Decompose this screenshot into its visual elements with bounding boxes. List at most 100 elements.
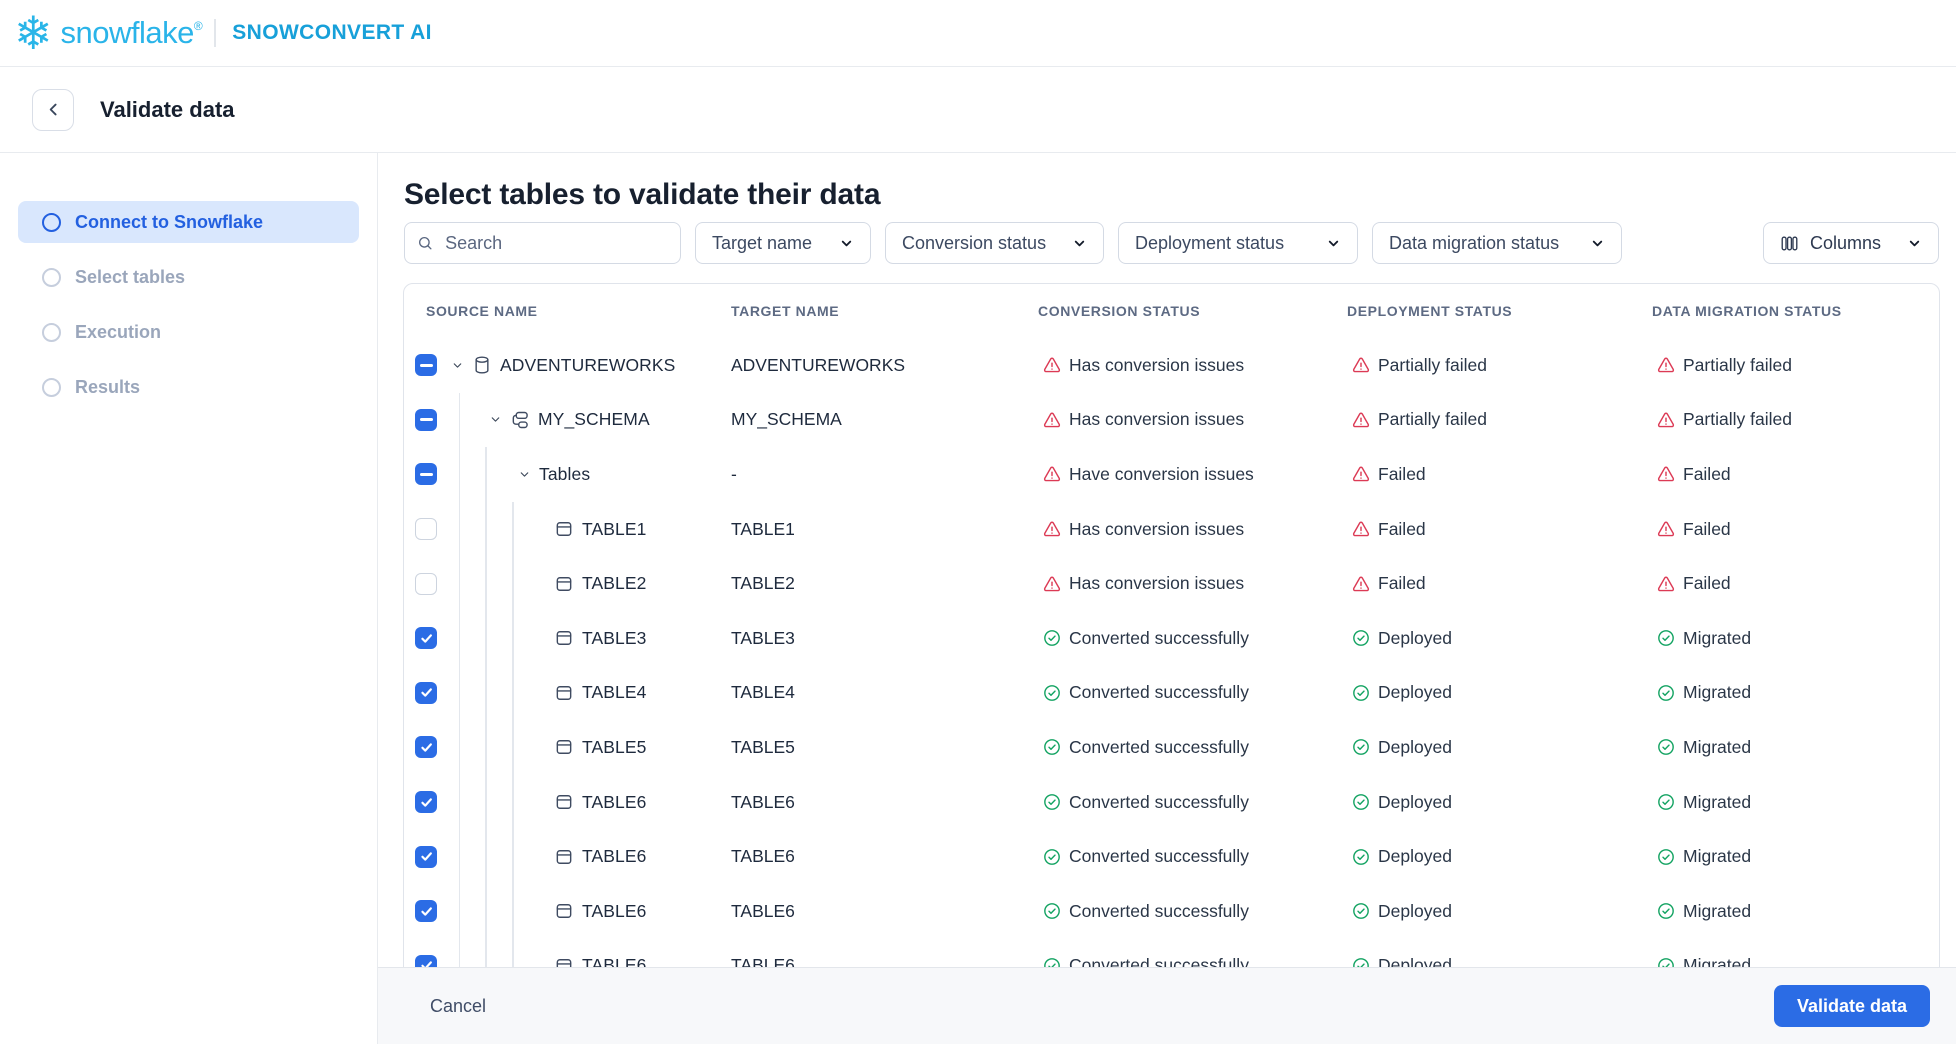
row-checkbox[interactable] bbox=[415, 736, 437, 759]
filter-dropdown-target-name[interactable]: Target name bbox=[695, 222, 871, 264]
chevron-down-icon bbox=[453, 363, 462, 368]
row-checkbox[interactable] bbox=[415, 463, 437, 486]
status-text: Failed bbox=[1378, 518, 1426, 539]
status-text: Partially failed bbox=[1683, 354, 1792, 375]
sidebar-step-results[interactable]: Results bbox=[18, 366, 359, 408]
product-name: SNOWCONVERT AI bbox=[232, 21, 432, 44]
target-name: TABLE2 bbox=[731, 573, 795, 594]
migration-status: Partially failed bbox=[1652, 355, 1939, 376]
warning-icon bbox=[1043, 357, 1061, 373]
source-name: TABLE6 bbox=[582, 791, 647, 812]
cancel-button[interactable]: Cancel bbox=[430, 996, 486, 1017]
chevron-left-icon bbox=[49, 103, 57, 116]
target-name: ADVENTUREWORKS bbox=[731, 354, 906, 375]
status-text: Partially failed bbox=[1683, 409, 1792, 430]
expand-toggle[interactable] bbox=[489, 413, 502, 426]
chevron-down-icon bbox=[841, 240, 852, 246]
success-icon bbox=[1044, 794, 1060, 810]
migration-status: Failed bbox=[1652, 573, 1939, 594]
conversion-status: Has conversion issues bbox=[1038, 409, 1347, 430]
row-checkbox[interactable] bbox=[415, 572, 437, 595]
page-title-bar: Validate data bbox=[0, 67, 1956, 153]
filter-dropdown-conversion-status[interactable]: Conversion status bbox=[885, 222, 1104, 264]
success-icon bbox=[1353, 903, 1369, 920]
success-icon bbox=[1044, 739, 1060, 756]
expand-toggle[interactable] bbox=[451, 359, 464, 372]
warning-icon bbox=[1043, 412, 1061, 428]
tree-guide-line bbox=[458, 392, 460, 977]
conversion-status: Converted successfully bbox=[1038, 792, 1347, 813]
warning-icon bbox=[1657, 576, 1675, 591]
search-input[interactable] bbox=[443, 231, 668, 255]
filter-dropdown-deployment-status[interactable]: Deployment status bbox=[1118, 222, 1358, 264]
check-icon bbox=[420, 743, 432, 752]
source-name: ADVENTUREWORKS bbox=[500, 354, 676, 375]
expand-toggle[interactable] bbox=[518, 468, 531, 481]
status-text: Failed bbox=[1683, 518, 1731, 539]
success-icon bbox=[1353, 794, 1369, 810]
source-name: TABLE5 bbox=[582, 736, 647, 757]
column-header-target-name: TARGET NAME bbox=[731, 303, 840, 319]
row-checkbox[interactable] bbox=[415, 354, 437, 377]
row-checkbox[interactable] bbox=[415, 627, 437, 650]
target-name: TABLE1 bbox=[731, 518, 795, 539]
warning-icon bbox=[1657, 412, 1675, 428]
sidebar-step-execution[interactable]: Execution bbox=[18, 311, 359, 353]
top-header: ❄ snowflake® SNOWCONVERT AI bbox=[0, 0, 1956, 67]
status-text: Converted successfully bbox=[1069, 736, 1249, 757]
back-button[interactable] bbox=[32, 88, 74, 131]
filter-dropdown-data-migration-status[interactable]: Data migration status bbox=[1372, 222, 1622, 264]
row-checkbox[interactable] bbox=[415, 518, 437, 541]
conversion-status: Converted successfully bbox=[1038, 682, 1347, 703]
step-label: Connect to Snowflake bbox=[75, 211, 264, 232]
source-name: TABLE1 bbox=[582, 518, 647, 539]
column-header-conversion-status: CONVERSION STATUS bbox=[1038, 303, 1201, 319]
status-text: Deployed bbox=[1378, 682, 1452, 703]
chevron-down-icon bbox=[491, 417, 500, 423]
row-checkbox[interactable] bbox=[415, 900, 437, 923]
sidebar-step-select-tables[interactable]: Select tables bbox=[18, 256, 359, 298]
migration-status: Migrated bbox=[1652, 628, 1939, 649]
footer-bar: Cancel Validate data bbox=[378, 967, 1956, 1044]
check-icon bbox=[420, 852, 432, 861]
success-icon bbox=[1658, 848, 1674, 865]
filter-label: Data migration status bbox=[1389, 232, 1560, 253]
deployment-status: Deployed bbox=[1347, 792, 1652, 813]
row-checkbox[interactable] bbox=[415, 408, 437, 431]
success-icon bbox=[1353, 848, 1369, 865]
status-text: Partially failed bbox=[1378, 409, 1487, 430]
source-name: Tables bbox=[539, 463, 591, 484]
page-title: Validate data bbox=[100, 96, 235, 122]
columns-icon bbox=[1781, 235, 1798, 251]
row-checkbox[interactable] bbox=[415, 681, 437, 704]
success-icon bbox=[1658, 630, 1674, 647]
warning-icon bbox=[1043, 467, 1061, 482]
row-checkbox[interactable] bbox=[415, 791, 437, 814]
migration-status: Migrated bbox=[1652, 901, 1939, 922]
success-icon bbox=[1353, 684, 1369, 701]
chevron-down-icon bbox=[1592, 240, 1603, 246]
migration-status: Migrated bbox=[1652, 737, 1939, 758]
conversion-status: Converted successfully bbox=[1038, 628, 1347, 649]
migration-status: Failed bbox=[1652, 464, 1939, 485]
target-name: TABLE6 bbox=[731, 900, 795, 921]
deployment-status: Failed bbox=[1347, 573, 1652, 594]
success-icon bbox=[1353, 630, 1369, 647]
table-row: TABLE2 TABLE2 Has conversion issues Failed F… bbox=[404, 556, 1939, 611]
status-text: Partially failed bbox=[1378, 354, 1487, 375]
target-name: TABLE6 bbox=[731, 846, 795, 867]
snowflake-logo-icon: ❄ bbox=[14, 7, 53, 59]
status-text: Has conversion issues bbox=[1069, 354, 1245, 375]
table-icon bbox=[556, 685, 572, 700]
sidebar-step-connect-to-snowflake[interactable]: Connect to Snowflake bbox=[18, 201, 359, 243]
registered-mark: ® bbox=[193, 19, 203, 33]
status-text: Migrated bbox=[1683, 791, 1752, 812]
row-checkbox[interactable] bbox=[415, 845, 437, 868]
status-text: Have conversion issues bbox=[1069, 463, 1254, 484]
warning-icon bbox=[1352, 576, 1370, 591]
status-text: Deployed bbox=[1378, 900, 1452, 921]
source-name: TABLE2 bbox=[582, 573, 647, 594]
filter-label: Conversion status bbox=[902, 232, 1047, 253]
columns-button[interactable]: Columns bbox=[1763, 222, 1939, 264]
validate-data-button[interactable]: Validate data bbox=[1773, 985, 1930, 1027]
